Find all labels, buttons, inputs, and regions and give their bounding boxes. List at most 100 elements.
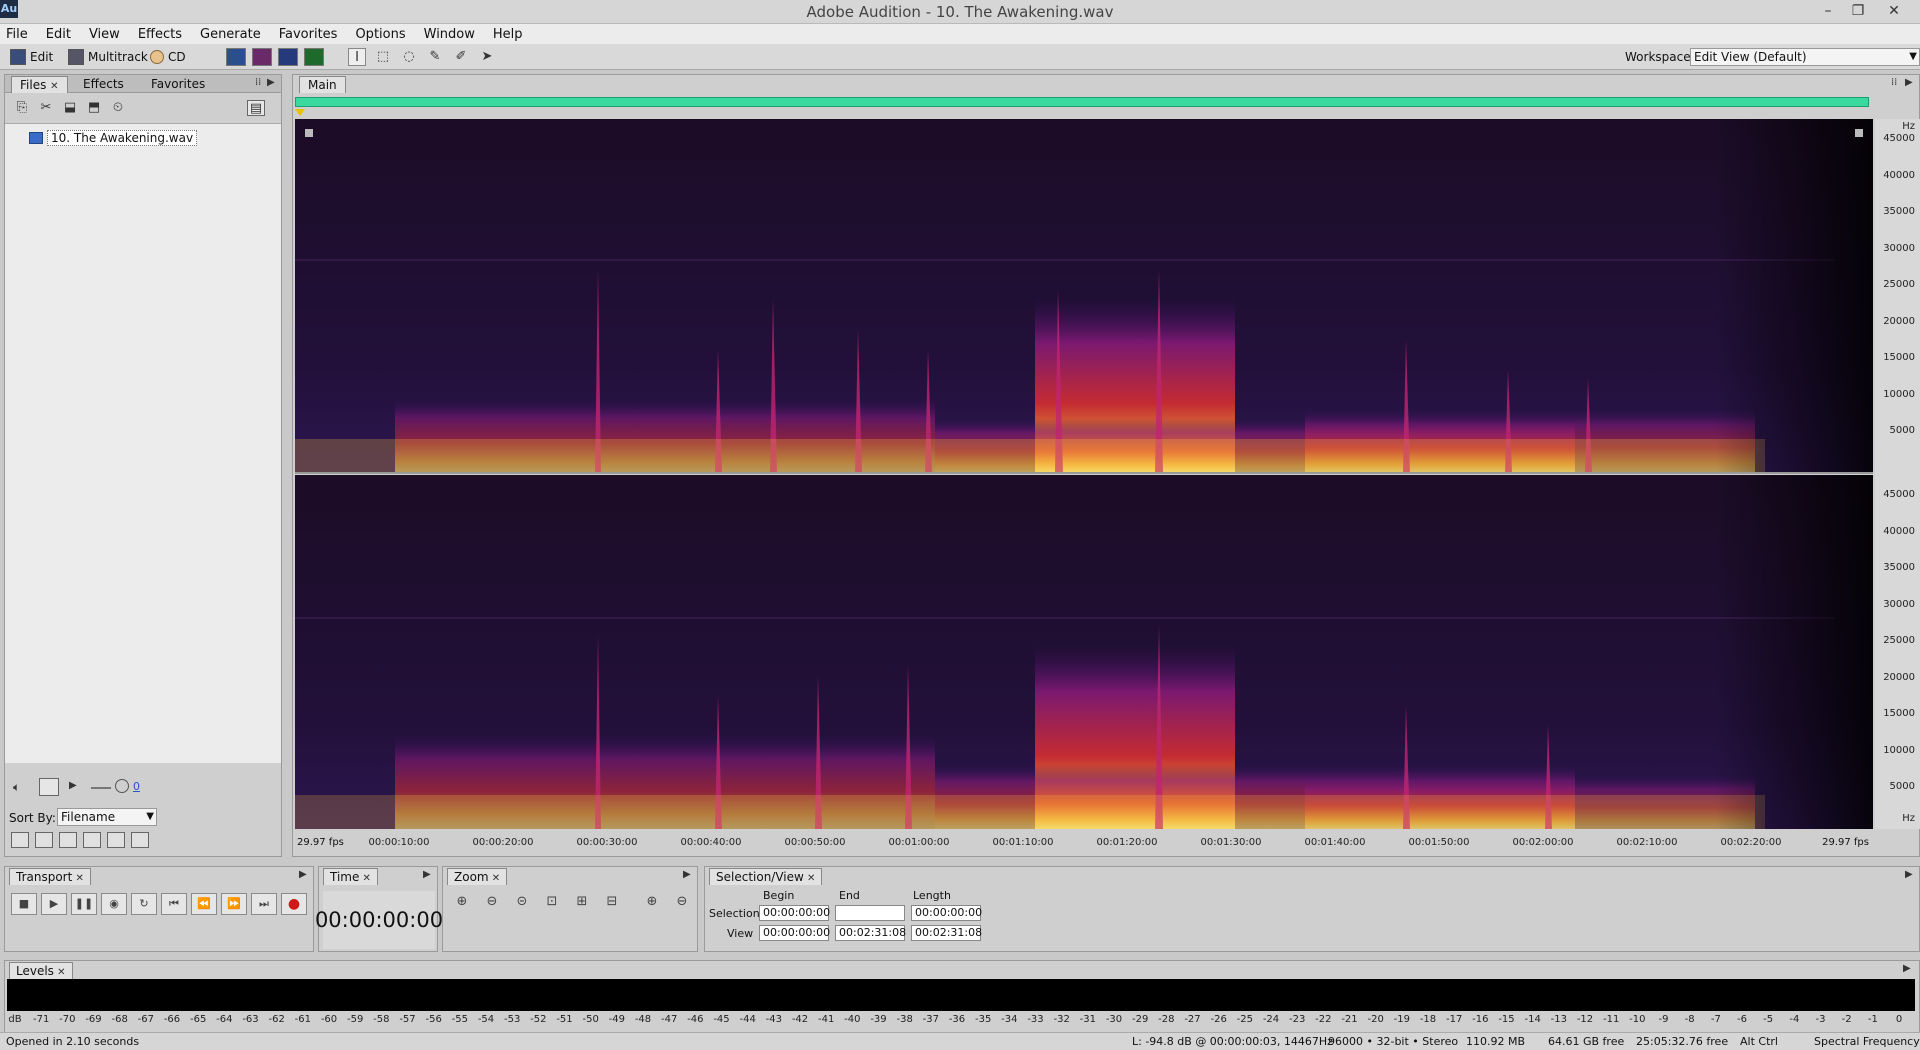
go-to-end-button[interactable]: ⏭: [251, 893, 277, 915]
close-button[interactable]: ✕: [1882, 2, 1906, 20]
rewind-button[interactable]: ⏪: [191, 893, 217, 915]
tab-files[interactable]: Files ✕: [11, 76, 68, 93]
fast-forward-button[interactable]: ⏩: [221, 893, 247, 915]
tab-selection-view[interactable]: Selection/View ✕: [709, 868, 823, 885]
menu-help[interactable]: Help: [493, 27, 523, 42]
minimize-button[interactable]: –: [1816, 2, 1840, 20]
zoom-out-vertical-icon[interactable]: ⊖: [669, 891, 695, 913]
menu-generate[interactable]: Generate: [200, 27, 261, 42]
close-icon[interactable]: ✕: [72, 873, 83, 884]
close-icon[interactable]: ✕: [54, 967, 65, 978]
pan-view-icon[interactable]: [278, 48, 298, 66]
cd-mode-button[interactable]: CD: [150, 48, 186, 66]
overview-range-bar[interactable]: [295, 97, 1869, 107]
tab-favorites[interactable]: Favorites: [143, 76, 213, 93]
menu-edit[interactable]: Edit: [46, 27, 71, 42]
tab-transport[interactable]: Transport ✕: [9, 868, 91, 885]
brush-tool-icon[interactable]: ✎: [426, 48, 444, 66]
panel-gripper-icon[interactable]: ⁞⁞: [1891, 77, 1897, 88]
sort-by-select[interactable]: Filename ▼: [57, 808, 157, 826]
volume-slider[interactable]: [91, 787, 111, 789]
volume-knob-icon[interactable]: [115, 779, 129, 793]
spot-healing-icon[interactable]: ✐: [452, 48, 470, 66]
waveform-view-icon[interactable]: [226, 48, 246, 66]
menu-effects[interactable]: Effects: [138, 27, 182, 42]
view-end-field[interactable]: 00:02:31:08: [835, 925, 906, 941]
panel-menu-icon[interactable]: ▶: [683, 869, 691, 880]
filter-video-icon[interactable]: [59, 832, 77, 848]
menu-options[interactable]: Options: [355, 27, 405, 42]
insert-into-multitrack-icon[interactable]: ⬓: [61, 100, 79, 116]
close-icon[interactable]: ✕: [804, 873, 815, 884]
spectral-view-icon[interactable]: [252, 48, 272, 66]
stop-button[interactable]: ■: [11, 893, 37, 915]
restore-button[interactable]: ❐: [1846, 2, 1870, 20]
zoom-left-edge-icon[interactable]: ⊞: [569, 891, 595, 913]
phase-view-icon[interactable]: [304, 48, 324, 66]
tab-zoom[interactable]: Zoom ✕: [447, 868, 508, 885]
menu-favorites[interactable]: Favorites: [279, 27, 338, 42]
menu-view[interactable]: View: [89, 27, 120, 42]
panel-menu-icon[interactable]: ▶: [1903, 963, 1911, 974]
list-item[interactable]: 10. The Awakening.wav: [29, 130, 198, 146]
loop-icon[interactable]: [39, 778, 59, 796]
play-file-icon[interactable]: ⏲: [109, 100, 127, 116]
filter-audio-icon[interactable]: [11, 832, 29, 848]
panel-gripper-icon[interactable]: ⁞⁞: [255, 77, 261, 88]
selection-end-field[interactable]: [835, 905, 905, 921]
view-length-field[interactable]: 00:02:31:08: [911, 925, 982, 941]
spectrogram-display[interactable]: [295, 119, 1873, 829]
panel-menu-icon[interactable]: ▶: [267, 77, 275, 88]
lasso-tool-icon[interactable]: ◌: [400, 48, 418, 66]
menu-file[interactable]: File: [6, 27, 28, 42]
filter-midi-icon[interactable]: [83, 832, 101, 848]
tab-time[interactable]: Time ✕: [323, 868, 378, 885]
zoom-right-edge-icon[interactable]: ⊟: [599, 891, 625, 913]
zoom-in-vertical-icon[interactable]: ⊕: [639, 891, 665, 913]
zoom-selection-icon[interactable]: ⊡: [539, 891, 565, 913]
selection-length-field[interactable]: 00:00:00:00: [911, 905, 982, 921]
loop-button[interactable]: ↻: [131, 893, 157, 915]
edit-mode-button[interactable]: Edit: [10, 48, 53, 66]
workspace-select[interactable]: Edit View (Default) ▼: [1690, 48, 1920, 66]
selection-begin-field[interactable]: 00:00:00:00: [759, 905, 830, 921]
open-file-icon[interactable]: ⎘: [13, 100, 31, 116]
play-icon[interactable]: ▶: [69, 780, 77, 791]
edit-file-icon[interactable]: ⬒: [85, 100, 103, 116]
level-scale-label: -5: [1763, 1014, 1774, 1025]
panel-menu-icon[interactable]: ▶: [299, 869, 307, 880]
panel-menu-icon[interactable]: ▶: [1905, 77, 1913, 88]
panel-menu-icon[interactable]: ▶: [423, 869, 431, 880]
scrub-tool-icon[interactable]: ➤: [478, 48, 496, 66]
close-icon[interactable]: ✕: [359, 873, 371, 884]
time-ruler[interactable]: 29.97 fps 29.97 fps 00:00:10:00 00:00:20:00…: [295, 831, 1873, 855]
panel-menu-icon[interactable]: ▶: [1905, 869, 1913, 880]
file-info-icon[interactable]: ▤: [247, 100, 265, 116]
marquee-tool-icon[interactable]: ⬚: [374, 48, 392, 66]
record-button[interactable]: ●: [281, 893, 307, 915]
filter-loop-icon[interactable]: [35, 832, 53, 848]
tab-main[interactable]: Main: [299, 76, 346, 93]
tab-levels[interactable]: Levels ✕: [9, 962, 73, 979]
multitrack-mode-button[interactable]: Multitrack: [68, 48, 148, 66]
volume-value[interactable]: 0: [133, 780, 140, 793]
time-selection-tool-icon[interactable]: I: [348, 48, 366, 66]
pause-button[interactable]: ❚❚: [71, 893, 97, 915]
playhead-marker-icon[interactable]: [295, 109, 305, 116]
close-file-icon[interactable]: ✂: [37, 100, 55, 116]
level-scale-label: -50: [582, 1014, 599, 1025]
zoom-out-horizontal-icon[interactable]: ⊖: [479, 891, 505, 913]
close-icon[interactable]: ✕: [489, 873, 500, 884]
zoom-out-full-icon[interactable]: ⊝: [509, 891, 535, 913]
tab-effects[interactable]: Effects: [75, 76, 132, 93]
play-button[interactable]: ▶: [41, 893, 67, 915]
filter-cue-icon[interactable]: [131, 832, 149, 848]
filter-full-paths-icon[interactable]: [107, 832, 125, 848]
go-to-start-button[interactable]: ⏮: [161, 893, 187, 915]
zoom-in-horizontal-icon[interactable]: ⊕: [449, 891, 475, 913]
view-begin-field[interactable]: 00:00:00:00: [759, 925, 830, 941]
close-icon[interactable]: ✕: [50, 81, 58, 92]
play-to-end-button[interactable]: ◉: [101, 893, 127, 915]
menu-window[interactable]: Window: [424, 27, 475, 42]
speaker-icon[interactable]: 🔈︎: [13, 780, 20, 795]
